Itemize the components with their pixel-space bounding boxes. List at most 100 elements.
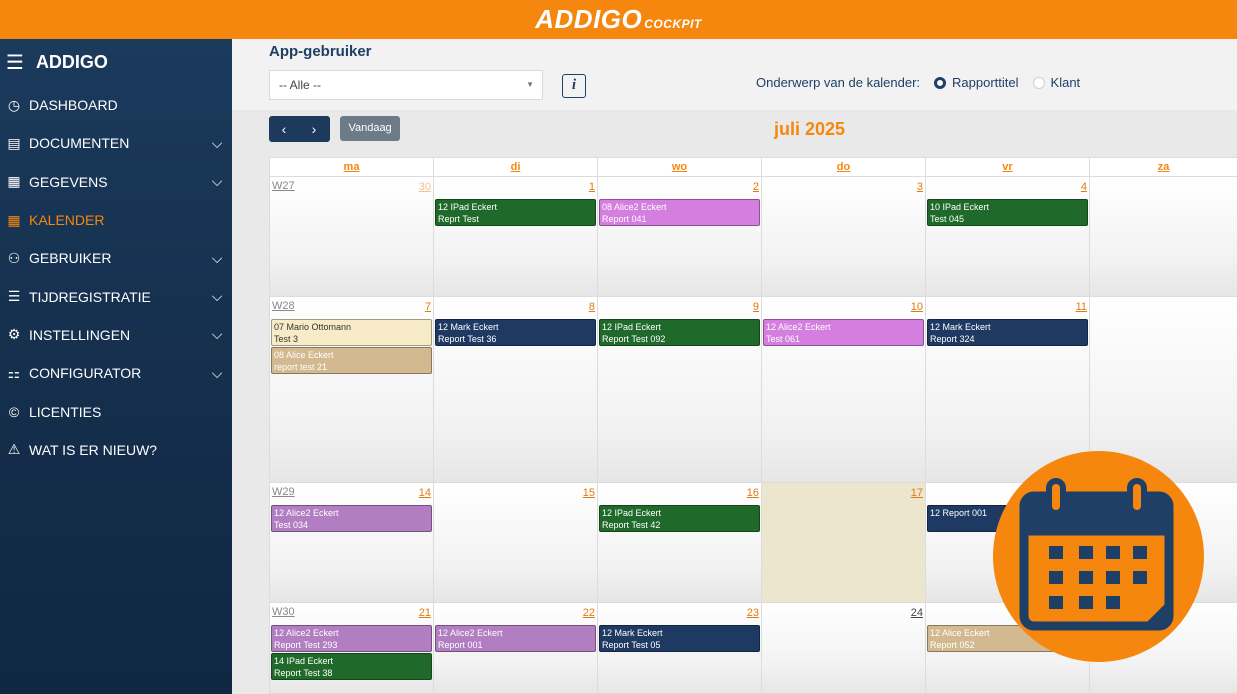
day-cell[interactable]: 15 — [434, 483, 598, 602]
calendar-event[interactable]: 12 IPad Eckert Report Test 092 — [599, 319, 760, 346]
day-cell[interactable]: 2 08 Alice2 Eckert Report 041 — [598, 177, 762, 296]
day-header-za[interactable]: za — [1090, 158, 1237, 177]
event-title: 12 Alice2 Eckert — [274, 628, 339, 638]
day-number[interactable]: 8 — [589, 301, 595, 313]
day-number[interactable]: 17 — [911, 487, 923, 499]
radio-rapporttitel[interactable] — [934, 76, 947, 89]
radio-klant[interactable] — [1032, 76, 1045, 89]
day-cell[interactable]: 10 12 Alice2 Eckert Test 061 — [762, 297, 926, 482]
chevron-down-icon[interactable]: ⌵ — [202, 326, 232, 343]
app-user-select[interactable]: -- Alle -- ▼ — [269, 70, 543, 100]
event-title: 12 Alice2 Eckert — [438, 628, 503, 638]
day-cell[interactable]: 3 — [762, 177, 926, 296]
day-number[interactable]: 22 — [583, 607, 595, 619]
chevron-down-icon[interactable]: ⌵ — [202, 135, 232, 152]
calendar-subject: Onderwerp van de kalender: Rapporttitel … — [756, 75, 1080, 90]
day-cell[interactable]: 8 12 Mark Eckert Report Test 36 — [434, 297, 598, 482]
day-number[interactable]: 3 — [917, 181, 923, 193]
day-cell[interactable]: W27 30 — [270, 177, 434, 296]
dashboard-icon: ◷ — [7, 96, 21, 113]
day-cell[interactable]: 22 12 Alice2 Eckert Report 001 — [434, 603, 598, 693]
day-number[interactable]: 30 — [419, 181, 431, 193]
radio-klant-label[interactable]: Klant — [1051, 75, 1081, 90]
sidebar-item-instellingen[interactable]: ⚙ INSTELLINGEN ⌵ — [0, 316, 232, 354]
day-number[interactable]: 24 — [911, 607, 923, 619]
day-number[interactable]: 15 — [583, 487, 595, 499]
sidebar-item-documenten[interactable]: ▤ DOCUMENTEN ⌵ — [0, 124, 232, 162]
sidebar-item-tijdregistratie[interactable]: ☰ TIJDREGISTRATIE ⌵ — [0, 277, 232, 315]
day-cell[interactable]: 4 10 IPad Eckert Test 045 — [926, 177, 1090, 296]
day-number[interactable]: 7 — [425, 301, 431, 313]
sidebar-item-label: LICENTIES — [29, 403, 102, 420]
sidebar-menu: ◷ DASHBOARD ▤ DOCUMENTEN ⌵ ▦ GEGEVENS ⌵ ▦ KALENDE… — [0, 86, 232, 469]
today-button[interactable]: Vandaag — [340, 116, 400, 141]
day-number[interactable]: 14 — [419, 487, 431, 499]
sidebar-item-gegevens[interactable]: ▦ GEGEVENS ⌵ — [0, 163, 232, 201]
calendar-event[interactable]: 12 Alice2 Eckert Report 001 — [435, 625, 596, 652]
calendar-event[interactable]: 12 IPad Eckert Reprt Test — [435, 199, 596, 226]
event-title: 08 Alice2 Eckert — [602, 202, 667, 212]
sidebar-item-wat-is-er-nieuw[interactable]: ⚠ WAT IS ER NIEUW? — [0, 431, 232, 469]
day-header-wo[interactable]: wo — [598, 158, 762, 177]
day-number[interactable]: 4 — [1081, 181, 1087, 193]
sidebar-item-licenties[interactable]: © LICENTIES — [0, 392, 232, 430]
info-button[interactable]: i — [562, 74, 586, 98]
day-number[interactable]: 9 — [753, 301, 759, 313]
calendar-event[interactable]: 12 Mark Eckert Report Test 05 — [599, 625, 760, 652]
week-number[interactable]: W27 — [272, 180, 295, 192]
day-cell[interactable]: 9 12 IPad Eckert Report Test 092 — [598, 297, 762, 482]
event-title: 07 Mario Ottomann — [274, 322, 352, 332]
day-cell[interactable]: W28 7 07 Mario Ottomann Test 3 08 Alice Ecke… — [270, 297, 434, 482]
chevron-down-icon[interactable]: ⌵ — [202, 288, 232, 305]
calendar-event[interactable]: 08 Alice Eckert report test 21 — [271, 347, 432, 374]
day-number[interactable]: 2 — [753, 181, 759, 193]
calendar-event[interactable]: 12 Mark Eckert Report 324 — [927, 319, 1088, 346]
event-title: 08 Alice Eckert — [274, 350, 334, 360]
day-header-ma[interactable]: ma — [270, 158, 434, 177]
day-cell[interactable]: 24 — [762, 603, 926, 693]
sidebar-item-configurator[interactable]: ⚏ CONFIGURATOR ⌵ — [0, 354, 232, 392]
event-subtitle: Report 001 — [438, 640, 483, 650]
calendar-event[interactable]: 14 IPad Eckert Report Test 38 — [271, 653, 432, 680]
day-number[interactable]: 1 — [589, 181, 595, 193]
calendar-event[interactable]: 12 Alice2 Eckert Report Test 293 — [271, 625, 432, 652]
day-number[interactable]: 16 — [747, 487, 759, 499]
calendar-event[interactable]: 12 Alice2 Eckert Test 061 — [763, 319, 924, 346]
day-number[interactable]: 21 — [419, 607, 431, 619]
day-cell[interactable]: 1 12 IPad Eckert Reprt Test — [434, 177, 598, 296]
sidebar-item-label: GEBRUIKER — [29, 250, 112, 267]
day-header-vr[interactable]: vr — [926, 158, 1090, 177]
calendar-event[interactable]: 07 Mario Ottomann Test 3 — [271, 319, 432, 346]
day-cell[interactable]: 17 — [762, 483, 926, 602]
day-cell[interactable]: 16 12 IPad Eckert Report Test 42 — [598, 483, 762, 602]
chevron-down-icon[interactable]: ⌵ — [202, 173, 232, 190]
week-number[interactable]: W29 — [272, 486, 295, 498]
day-header-di[interactable]: di — [434, 158, 598, 177]
calendar-event[interactable]: 10 IPad Eckert Test 045 — [927, 199, 1088, 226]
day-cell[interactable] — [1090, 177, 1237, 296]
sidebar-item-kalender[interactable]: ▦ KALENDER — [0, 201, 232, 239]
day-cell[interactable]: W30 21 12 Alice2 Eckert Report Test 293 14 I… — [270, 603, 434, 693]
week-number[interactable]: W30 — [272, 606, 295, 618]
calendar-event[interactable]: 12 IPad Eckert Report Test 42 — [599, 505, 760, 532]
day-number[interactable]: 23 — [747, 607, 759, 619]
event-title: 12 Alice2 Eckert — [766, 322, 831, 332]
hamburger-menu-icon[interactable]: ☰ — [6, 50, 24, 75]
calendar-event[interactable]: 12 Alice2 Eckert Test 034 — [271, 505, 432, 532]
sidebar-item-gebruiker[interactable]: ⚇ GEBRUIKER ⌵ — [0, 239, 232, 277]
day-number[interactable]: 10 — [911, 301, 923, 313]
week-number[interactable]: W28 — [272, 300, 295, 312]
prev-month-button[interactable]: ‹ — [269, 116, 299, 142]
day-number[interactable]: 11 — [1076, 301, 1087, 313]
next-month-button[interactable]: › — [299, 116, 329, 142]
chevron-down-icon[interactable]: ⌵ — [202, 365, 232, 382]
brand-logo[interactable]: ADDIGO COCKPIT — [535, 4, 702, 35]
chevron-down-icon[interactable]: ⌵ — [202, 250, 232, 267]
radio-rapporttitel-label[interactable]: Rapporttitel — [952, 75, 1018, 90]
day-cell[interactable]: 23 12 Mark Eckert Report Test 05 — [598, 603, 762, 693]
sidebar-item-dashboard[interactable]: ◷ DASHBOARD — [0, 86, 232, 124]
calendar-event[interactable]: 08 Alice2 Eckert Report 041 — [599, 199, 760, 226]
calendar-event[interactable]: 12 Mark Eckert Report Test 36 — [435, 319, 596, 346]
day-header-do[interactable]: do — [762, 158, 926, 177]
day-cell[interactable]: W29 14 12 Alice2 Eckert Test 034 — [270, 483, 434, 602]
